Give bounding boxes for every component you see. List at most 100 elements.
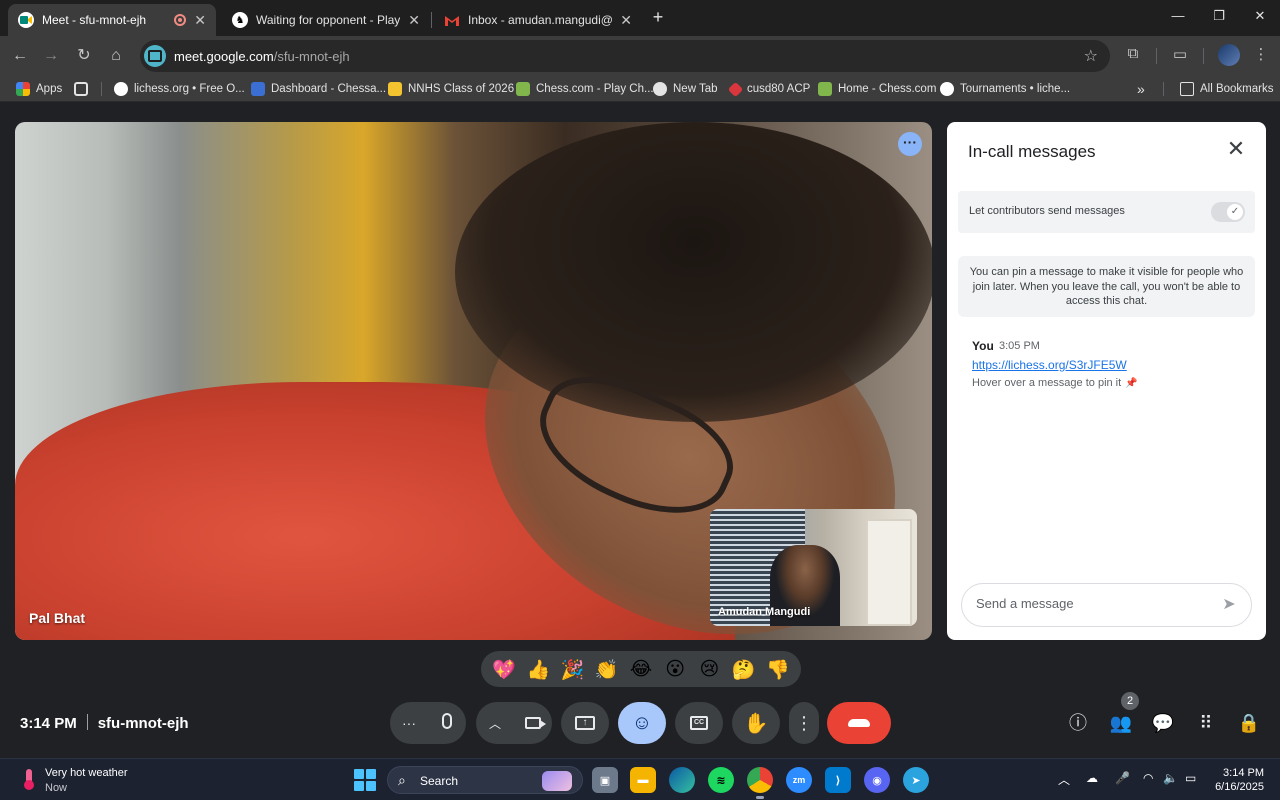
message-time: 3:05 PM bbox=[999, 340, 1040, 352]
reaction-clap[interactable]: 👏 bbox=[592, 658, 622, 681]
leave-call-button[interactable] bbox=[827, 702, 891, 744]
restore-icon[interactable]: ❐ bbox=[1209, 8, 1229, 24]
forward-icon[interactable]: → bbox=[39, 44, 63, 68]
raise-hand-button[interactable]: ✋ bbox=[732, 702, 780, 744]
reaction-heart[interactable]: 💖 bbox=[489, 658, 519, 681]
lichess-icon bbox=[940, 82, 954, 96]
panel-title: In-call messages bbox=[968, 142, 1096, 161]
bookmark-star-icon[interactable]: ☆ bbox=[1084, 46, 1098, 66]
close-window-icon[interactable]: ✕ bbox=[1250, 8, 1270, 24]
tab-meet[interactable]: Meet - sfu-mnot-ejh ✕ bbox=[8, 4, 216, 36]
bookmark-new-tab[interactable]: New Tab bbox=[653, 80, 718, 98]
self-video-tile[interactable]: Amudan Mangudi bbox=[710, 509, 917, 626]
reaction-thumbs-up[interactable]: 👍 bbox=[523, 658, 553, 681]
bookmark-lichess[interactable]: lichess.org • Free O... bbox=[114, 80, 245, 98]
new-tab-button[interactable]: + bbox=[648, 6, 668, 30]
file-explorer-icon[interactable]: ▬ bbox=[630, 767, 656, 793]
meeting-info-icon[interactable]: ⓘ bbox=[1066, 711, 1090, 735]
tab-lichess[interactable]: ♞ Waiting for opponent - Play An ✕ bbox=[222, 4, 430, 36]
bookmarks-bar: Apps lichess.org • Free O... Dashboard -… bbox=[0, 76, 1280, 102]
bookmark-cusd80[interactable]: cusd80 ACP bbox=[727, 80, 810, 98]
weather-thermometer-icon[interactable] bbox=[18, 767, 40, 791]
tab-gmail[interactable]: Inbox - amudan.mangudi@gm ✕ bbox=[434, 4, 642, 36]
onedrive-icon[interactable]: ☁ bbox=[1086, 771, 1098, 785]
chevron-up-icon[interactable]: ︿ bbox=[476, 715, 514, 732]
telegram-icon[interactable]: ➤ bbox=[903, 767, 929, 793]
reaction-laugh[interactable]: 😂 bbox=[626, 658, 656, 680]
task-view-icon[interactable]: ▣ bbox=[592, 767, 618, 793]
activities-grid-icon[interactable]: ⠿ bbox=[1194, 711, 1218, 735]
captions-button[interactable]: CC bbox=[675, 702, 723, 744]
chrome-icon[interactable] bbox=[747, 767, 773, 799]
contributors-toggle[interactable]: ✓ bbox=[1211, 202, 1245, 222]
send-icon[interactable]: ➤ bbox=[1219, 595, 1239, 615]
windows-start-icon[interactable] bbox=[354, 769, 376, 791]
reaction-party[interactable]: 🎉 bbox=[558, 658, 588, 681]
profile-avatar[interactable] bbox=[1218, 44, 1240, 66]
chessable-icon bbox=[251, 82, 265, 96]
tile-more-options-icon[interactable]: ··· bbox=[898, 132, 922, 156]
present-button[interactable]: ↑ bbox=[561, 702, 609, 744]
apps-launcher-icon bbox=[74, 82, 88, 96]
close-tab-icon[interactable]: ✕ bbox=[620, 12, 632, 29]
chat-icon[interactable]: 💬 bbox=[1151, 711, 1175, 735]
bookmark-chesscom-home[interactable]: Home - Chess.com bbox=[818, 80, 936, 98]
chesscom-icon bbox=[818, 82, 832, 96]
discord-icon[interactable]: ◉ bbox=[864, 767, 890, 793]
tab-search-icon[interactable]: ▭ bbox=[1169, 45, 1191, 63]
zoom-icon[interactable]: zm bbox=[786, 767, 812, 793]
battery-icon[interactable]: ▭ bbox=[1185, 771, 1196, 785]
home-icon[interactable]: ⌂ bbox=[104, 44, 128, 68]
reactions-bar: 💖 👍 🎉 👏 😂 😮 😢 🤔 👎 bbox=[481, 651, 801, 687]
spotify-icon[interactable]: ≋ bbox=[708, 767, 734, 793]
tray-overflow-icon[interactable]: ︿ bbox=[1058, 771, 1070, 788]
apps-grid-icon bbox=[16, 82, 30, 96]
menu-kebab-icon[interactable]: ⋮ bbox=[1250, 45, 1272, 63]
reaction-thumbs-down[interactable]: 👎 bbox=[763, 658, 793, 681]
search-label: Search bbox=[420, 774, 459, 788]
more-bookmarks-icon[interactable]: » bbox=[1137, 80, 1145, 98]
reaction-sad[interactable]: 😢 bbox=[694, 658, 724, 680]
vscode-icon[interactable]: ⟩ bbox=[825, 767, 851, 793]
extensions-icon[interactable]: ⧉ bbox=[1122, 45, 1144, 62]
wifi-icon[interactable]: ◠ bbox=[1143, 771, 1153, 785]
back-icon[interactable]: ← bbox=[8, 44, 32, 68]
video-frame bbox=[455, 122, 932, 422]
volume-icon[interactable]: 🔈 bbox=[1163, 771, 1178, 785]
bookmark-chessable[interactable]: Dashboard - Chessa... bbox=[251, 80, 386, 98]
host-controls-lock-icon[interactable]: 🔒 bbox=[1237, 711, 1261, 735]
toolbar-divider bbox=[1156, 48, 1157, 64]
reload-icon[interactable]: ↻ bbox=[72, 44, 96, 68]
close-tab-icon[interactable]: ✕ bbox=[408, 12, 420, 29]
close-panel-icon[interactable]: ✕ bbox=[1224, 138, 1248, 162]
people-icon[interactable]: 👥 bbox=[1109, 711, 1133, 735]
bookmark-chesscom[interactable]: Chess.com - Play Ch... bbox=[516, 80, 654, 98]
bookmark-nnhs[interactable]: NNHS Class of 2026 bbox=[388, 80, 514, 98]
close-tab-icon[interactable]: ✕ bbox=[194, 12, 206, 29]
bookmark-lichess-tournaments[interactable]: Tournaments • liche... bbox=[940, 80, 1070, 98]
reaction-thinking[interactable]: 🤔 bbox=[729, 658, 759, 681]
message-link[interactable]: https://lichess.org/S3rJFE5W bbox=[972, 358, 1127, 372]
end-call-icon bbox=[848, 719, 870, 727]
bookmark-apps[interactable]: Apps bbox=[16, 80, 62, 98]
bookmark-launcher[interactable] bbox=[74, 80, 94, 98]
all-bookmarks[interactable]: All Bookmarks bbox=[1180, 80, 1274, 98]
camera-button[interactable] bbox=[514, 713, 552, 734]
message-input[interactable] bbox=[976, 596, 1206, 611]
captions-icon: CC bbox=[690, 716, 708, 730]
minimize-icon[interactable]: — bbox=[1168, 8, 1188, 23]
weather-title[interactable]: Very hot weather bbox=[45, 767, 128, 779]
system-clock[interactable]: 3:14 PM 6/16/2025 bbox=[1215, 766, 1264, 794]
reaction-surprised[interactable]: 😮 bbox=[660, 658, 690, 680]
reactions-button[interactable]: ☺ bbox=[618, 702, 666, 744]
search-highlight-icon bbox=[542, 771, 572, 791]
microphone-button[interactable] bbox=[428, 712, 466, 734]
tray-microphone-icon[interactable]: 🎤 bbox=[1115, 771, 1130, 785]
audio-options-icon[interactable]: ··· bbox=[390, 715, 428, 731]
tab-divider bbox=[431, 12, 432, 28]
address-bar[interactable]: meet.google.com/sfu-mnot-ejh ☆ bbox=[140, 40, 1110, 72]
edge-icon[interactable] bbox=[669, 767, 695, 793]
taskbar-search[interactable]: ⌕ Search bbox=[387, 766, 583, 794]
more-options-button[interactable]: ⋮ bbox=[789, 702, 819, 744]
site-info-icon[interactable] bbox=[144, 45, 166, 67]
